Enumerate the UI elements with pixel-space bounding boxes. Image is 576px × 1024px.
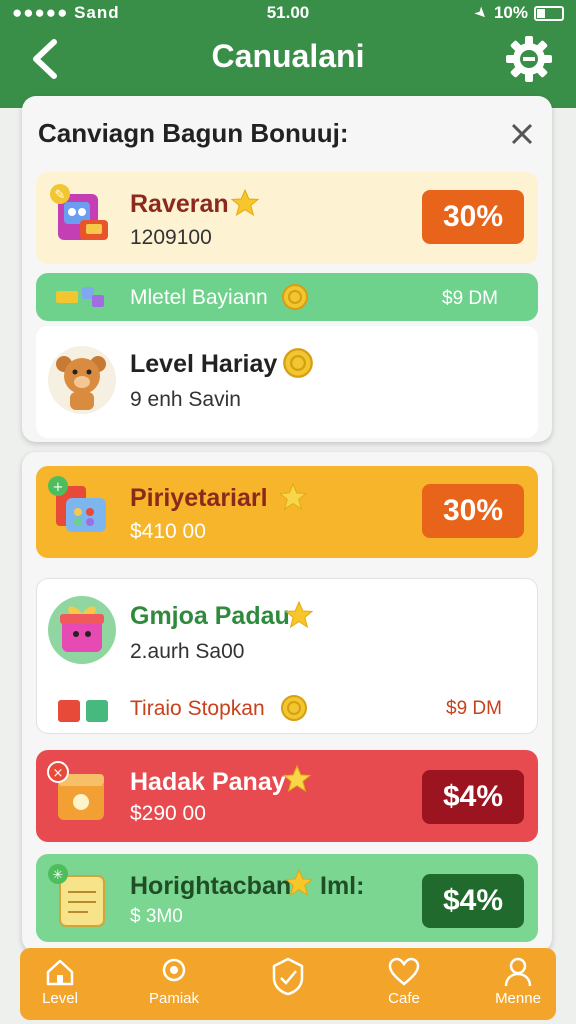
svg-text:+: + [53,480,64,495]
calendar-icon: ✳ [48,864,105,927]
discount-badge[interactable]: 30% [422,190,524,244]
package-icon: × [47,761,104,820]
star-icon [230,188,260,217]
page-title: Canualani [211,38,365,74]
nav-label: Cafe [388,990,420,1007]
nav-item-menne[interactable]: Menne [468,956,568,1016]
nav-item-center[interactable] [238,956,338,1016]
sub-offer-title: Tiraio Stopkan [130,697,265,720]
nav-label: Pamiak [148,990,200,1007]
offer-subtitle: $290 00 [130,802,206,825]
gear-icon[interactable] [504,34,554,84]
battery-icon [534,5,564,21]
offer-title: Piriyetariarl [130,484,268,512]
battery-percent: 10% [493,3,528,22]
offer-subtitle: 2.aurh Sa00 [130,640,245,663]
svg-text:✳: ✳ [53,868,64,883]
offer-title: Horightacban [130,872,292,900]
svg-text:×: × [53,766,64,781]
gift-box-icon [48,596,116,664]
profile-icon [504,957,532,987]
coin-icon [283,348,313,378]
shield-icon [272,957,304,996]
bottom-nav: Level Pamiak Cafe Menne [20,948,556,1020]
cash-register-icon: + [48,476,106,532]
discount-badge[interactable]: $4% [422,770,524,824]
heart-icon [388,957,420,986]
nav-label: Menne [495,990,541,1007]
offer-title: Raveran [130,190,229,218]
star-icon [284,600,314,629]
search-icon [162,958,186,982]
sub-offer-price: $9 DM [446,698,502,719]
offer-title: Hadak Panay [130,768,286,796]
offer-title: Level Hariay [130,350,278,378]
nav-item-cafe[interactable]: Cafe [354,956,454,1016]
strip-price: $9 DM [442,288,498,309]
nav-item-pamiak[interactable]: Pamiak [124,956,224,1016]
offer-title: Gmjoa Padau [130,602,290,630]
blocks-icon [58,700,108,722]
status-right: ➤ 10% [471,3,564,24]
star-icon [284,868,314,897]
strip-title: Mletel Bayiann [130,286,268,309]
offer-extra-label: Iml: [320,872,365,900]
offer-subtitle: 1209100 [130,226,212,249]
discount-badge[interactable]: $4% [422,874,524,928]
toy-box-icon: ✎ [50,184,108,240]
offer-subtitle: 9 enh Savin [130,388,241,411]
blocks-icon [56,287,104,307]
nav-item-level[interactable]: Level [10,956,110,1016]
offer-subtitle: $410 00 [130,520,206,543]
modal-title: Canviagn Bagun Bonuuj: [38,118,349,148]
teddy-bear-icon [48,346,116,414]
close-icon[interactable] [506,118,538,150]
offer-subtitle: $ 3M0 [130,906,183,927]
status-bar: ●●●●● Sand 51.00 ➤ 10% [0,0,576,26]
home-icon [46,959,74,986]
coin-icon [281,695,307,721]
discount-badge[interactable]: 30% [422,484,524,538]
star-icon [278,482,308,511]
coin-icon [282,284,308,310]
star-icon [282,764,312,793]
svg-text:✎: ✎ [55,188,66,203]
nav-label: Level [42,990,78,1007]
